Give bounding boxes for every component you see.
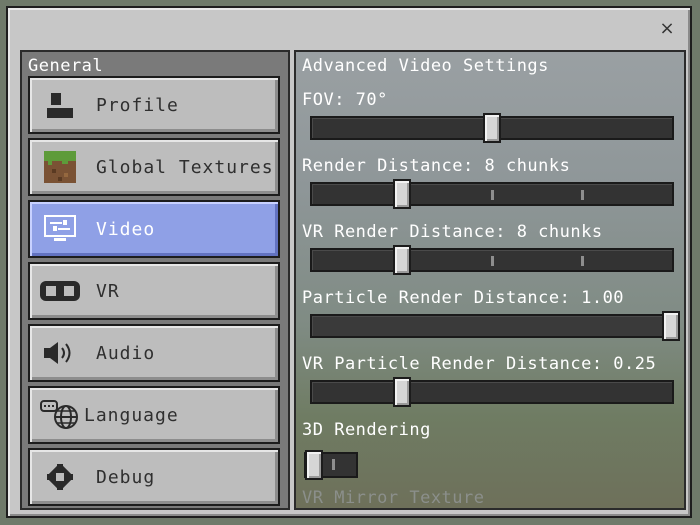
monitor-icon [40, 209, 80, 249]
vr-particle-render-distance-label: VR Particle Render Distance: 0.25 [302, 354, 657, 374]
slider-thumb[interactable] [393, 377, 411, 407]
profile-icon [40, 85, 80, 125]
sidebar-item-audio[interactable]: Audio [28, 324, 280, 382]
particle-render-distance-label: Particle Render Distance: 1.00 [302, 288, 625, 308]
settings-window: × General Profile Global Textures Video … [6, 6, 692, 518]
sidebar-item-vr[interactable]: VR [28, 262, 280, 320]
sidebar-item-label: Debug [96, 466, 156, 488]
slider-thumb[interactable] [483, 113, 501, 143]
vr-render-distance-label: VR Render Distance: 8 chunks [302, 222, 603, 242]
slider-tick [491, 256, 494, 266]
3d-rendering-toggle[interactable] [304, 450, 358, 480]
toggle-knob[interactable] [305, 450, 323, 480]
render-distance-slider[interactable] [310, 179, 674, 209]
sidebar-item-label: Audio [96, 342, 156, 364]
sidebar-item-profile[interactable]: Profile [28, 76, 280, 134]
sidebar-item-label: Video [96, 218, 156, 240]
language-globe-icon [40, 395, 80, 435]
toggle-mark [332, 459, 335, 470]
vr-mirror-texture-label: VR Mirror Texture [302, 488, 485, 508]
sidebar-item-label: Profile [96, 94, 179, 116]
sidebar: General Profile Global Textures Video VR… [20, 50, 290, 510]
slider-tick [491, 190, 494, 200]
sidebar-title: General [28, 56, 104, 76]
slider-thumb[interactable] [393, 245, 411, 275]
3d-rendering-label: 3D Rendering [302, 420, 431, 440]
vr-particle-render-distance-slider[interactable] [310, 377, 674, 407]
vr-headset-icon [40, 271, 80, 311]
sidebar-item-global-textures[interactable]: Global Textures [28, 138, 280, 196]
render-distance-label: Render Distance: 8 chunks [302, 156, 571, 176]
speaker-icon [40, 333, 80, 373]
close-icon[interactable]: × [658, 20, 676, 38]
video-settings-panel: Advanced Video Settings FOV: 70° Render … [294, 50, 686, 510]
sidebar-item-label: Global Textures [96, 156, 274, 178]
slider-thumb[interactable] [662, 311, 680, 341]
sidebar-item-label: Language [84, 404, 179, 426]
fov-label: FOV: 70° [302, 90, 388, 110]
vr-render-distance-slider[interactable] [310, 245, 674, 275]
gear-icon [40, 457, 80, 497]
grass-block-icon [40, 147, 80, 187]
sidebar-item-video[interactable]: Video [28, 200, 280, 258]
sidebar-item-language[interactable]: Language [28, 386, 280, 444]
sidebar-item-label: VR [96, 280, 120, 302]
slider-tick [581, 256, 584, 266]
slider-thumb[interactable] [393, 179, 411, 209]
slider-tick [581, 190, 584, 200]
fov-slider[interactable] [310, 113, 674, 143]
particle-render-distance-slider[interactable] [310, 311, 680, 341]
sidebar-item-debug[interactable]: Debug [28, 448, 280, 506]
panel-heading: Advanced Video Settings [302, 56, 549, 76]
